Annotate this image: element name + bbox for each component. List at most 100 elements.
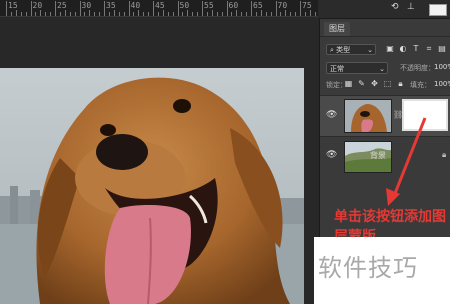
fill-field[interactable]: 100%	[434, 80, 450, 88]
ruler-tick	[192, 12, 194, 16]
blend-row: 正常 ⌄ 不透明度： 100%	[320, 60, 450, 76]
lock-all-icon[interactable]: 🔒︎	[396, 79, 405, 88]
ruler-label: 45	[155, 1, 165, 10]
ruler-tick	[74, 12, 76, 16]
ruler-tick	[79, 1, 81, 16]
ruler-tick	[270, 12, 272, 16]
ruler-tick	[246, 12, 248, 16]
filter-row: ⌕ 类型 ⌄ ▣ ◐ T ⌗ ▤	[320, 41, 450, 57]
ruler-tick	[59, 12, 61, 16]
shape-filter-icon[interactable]: ⌗	[425, 44, 433, 53]
ruler-tick	[187, 10, 189, 16]
ruler-tick	[99, 12, 101, 16]
lock-position-icon[interactable]: ✥	[370, 79, 379, 88]
lock-toggle-icon[interactable]: ⊥	[407, 2, 415, 12]
color-swatch-icon[interactable]	[429, 4, 447, 16]
ruler-label: 25	[57, 1, 67, 10]
panel-divider	[320, 36, 450, 37]
ruler-tick	[309, 10, 311, 16]
ruler-tick	[94, 12, 96, 16]
ruler-tick	[231, 12, 233, 16]
ruler-tick	[182, 12, 184, 16]
ruler-tick	[45, 12, 47, 16]
ruler-tick	[30, 1, 32, 16]
kind-filter-label: 类型	[336, 46, 351, 54]
ruler-tick	[50, 12, 52, 16]
ruler-tick	[226, 1, 228, 16]
kind-filter-select[interactable]: ⌕ 类型 ⌄	[326, 44, 376, 55]
lock-transparent-icon[interactable]: ▦	[344, 79, 353, 88]
ruler-tick	[104, 1, 105, 16]
ruler-label: 70	[277, 1, 288, 10]
ruler-tick	[162, 10, 164, 16]
tab-layers[interactable]: 图层	[324, 22, 350, 36]
pixel-filter-icon[interactable]: ▣	[386, 44, 394, 53]
ruler-tick	[236, 10, 238, 16]
ruler-tick	[64, 10, 66, 16]
chevron-down-icon: ⌄	[379, 65, 385, 73]
blend-mode-select[interactable]: 正常 ⌄	[326, 62, 388, 74]
dog-photo-image	[0, 68, 304, 304]
ruler-label: 50	[179, 1, 190, 10]
ruler-tick	[265, 12, 267, 16]
lock-artboard-icon[interactable]: ⬚	[383, 79, 392, 88]
lock-image-icon[interactable]: ✎	[357, 79, 366, 88]
ruler-tick	[314, 12, 316, 16]
eye-icon[interactable]: 👁︎	[326, 150, 337, 160]
rotate-view-icon[interactable]: ⟲	[391, 2, 399, 12]
filter-icons: ▣ ◐ T ⌗ ▤	[386, 44, 446, 53]
ruler-tick	[300, 1, 301, 16]
ruler-tick	[285, 10, 287, 16]
ruler-tick	[20, 12, 22, 16]
eye-icon[interactable]: 👁︎	[326, 110, 337, 120]
ruler-tick	[153, 1, 154, 16]
ruler-tick	[40, 10, 42, 16]
lock-row: 锁定： ▦ ✎ ✥ ⬚ 🔒︎ 填充： 100%	[320, 77, 450, 93]
ruler-tick	[133, 12, 135, 16]
ruler-tick	[128, 1, 130, 16]
ruler-tick	[211, 10, 213, 16]
watermark-text: 软件技巧	[318, 254, 418, 282]
opacity-field[interactable]: 100%	[434, 63, 450, 71]
ruler-tick	[10, 12, 12, 16]
ruler-tick	[255, 12, 257, 16]
ruler-tick	[123, 12, 125, 16]
ruler-tick	[55, 1, 56, 16]
ruler-tick	[275, 1, 277, 16]
ruler-tick	[221, 12, 223, 16]
ruler-tick	[295, 12, 297, 16]
type-filter-icon[interactable]: T	[412, 44, 420, 53]
ruler-tick	[177, 1, 179, 16]
lock-icon: 🔒︎	[442, 150, 447, 159]
fill-label: 填充：	[410, 81, 431, 89]
top-toolbar-strip: ⟲ ⊥	[319, 0, 450, 19]
ruler-tick	[89, 10, 91, 16]
annotation-line-1: 单击该按钮添加图	[334, 209, 446, 225]
ruler-tick	[113, 10, 115, 16]
adjustment-filter-icon[interactable]: ◐	[399, 44, 407, 53]
ruler-label: 65	[253, 1, 263, 10]
ruler-tick	[216, 12, 218, 16]
ruler-label: 20	[32, 1, 43, 10]
ruler-tick	[69, 12, 71, 16]
ruler-tick	[118, 12, 120, 16]
ruler-tick	[138, 10, 140, 16]
chevron-down-icon: ⌄	[367, 46, 373, 54]
ruler-tick	[143, 12, 145, 16]
canvas-photo[interactable]	[0, 68, 304, 304]
annotation-arrow	[386, 117, 427, 206]
ruler-tick	[167, 12, 169, 16]
ruler-label: 60	[228, 1, 239, 10]
ruler-tick	[108, 12, 110, 16]
lock-icons: ▦ ✎ ✥ ⬚ 🔒︎	[344, 79, 405, 88]
ruler-tick	[304, 12, 306, 16]
ruler-tick	[280, 12, 282, 16]
ruler-label: 35	[106, 1, 116, 10]
smart-object-filter-icon[interactable]: ▤	[438, 44, 446, 53]
ruler-tick	[241, 12, 243, 16]
blend-mode-value: 正常	[330, 65, 344, 73]
ruler-tick	[197, 12, 199, 16]
ruler-tick	[260, 10, 262, 16]
ruler-tick	[35, 12, 37, 16]
ruler-tick	[157, 12, 159, 16]
